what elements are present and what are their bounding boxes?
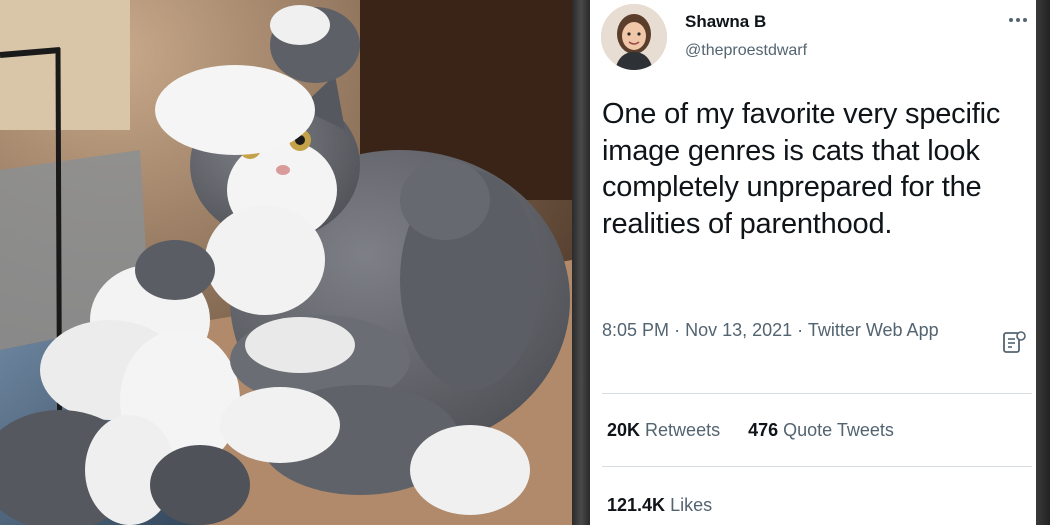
panel-gutter — [572, 0, 590, 525]
likes-label: Likes — [670, 495, 713, 515]
tweet-time[interactable]: 8:05 PM — [602, 320, 669, 340]
retweets-count: 20K — [607, 420, 641, 440]
tweet-card: Shawna B @theproestdwarf One of my favor… — [590, 0, 1036, 525]
retweets-label: Retweets — [645, 420, 721, 440]
quote-tweets-stat[interactable]: 476 Quote Tweets — [748, 420, 894, 441]
author-avatar[interactable] — [601, 4, 667, 70]
quote-tweets-label: Quote Tweets — [783, 420, 894, 440]
author-handle[interactable]: @theproestdwarf — [685, 42, 807, 60]
quote-tweets-count: 476 — [748, 420, 779, 440]
engagement-stats: 20K Retweets 476 Quote Tweets — [607, 420, 894, 441]
tweet-date[interactable]: Nov 13, 2021 — [685, 320, 792, 340]
more-dots-icon — [1009, 18, 1013, 22]
avatar-illustration — [601, 4, 667, 70]
tweet-text: One of my favorite very specific image g… — [602, 98, 1001, 240]
likes-stat[interactable]: 121.4K Likes — [607, 495, 712, 516]
divider — [602, 466, 1032, 467]
cat-photo-illustration — [0, 0, 572, 525]
likes-count: 121.4K — [607, 495, 666, 515]
tweet-timestamp-line: 8:05 PM · Nov 13, 2021 · Twitter Web App — [602, 316, 982, 345]
meta-separator: · — [797, 320, 804, 340]
more-dot — [1016, 18, 1020, 22]
retweets-stat[interactable]: 20K Retweets — [607, 420, 720, 441]
analytics-icon[interactable] — [1002, 330, 1026, 356]
meta-separator: · — [674, 320, 681, 340]
right-edge-frame — [1036, 0, 1050, 525]
tweet-source[interactable]: Twitter Web App — [808, 320, 939, 340]
analytics-icon-graphic — [1003, 331, 1026, 353]
cat-photo — [0, 0, 572, 525]
more-options-button[interactable] — [1004, 8, 1032, 32]
author-display-name[interactable]: Shawna B — [685, 12, 766, 32]
more-dot — [1023, 18, 1027, 22]
divider — [602, 393, 1032, 394]
likes-stats: 121.4K Likes — [607, 495, 712, 516]
